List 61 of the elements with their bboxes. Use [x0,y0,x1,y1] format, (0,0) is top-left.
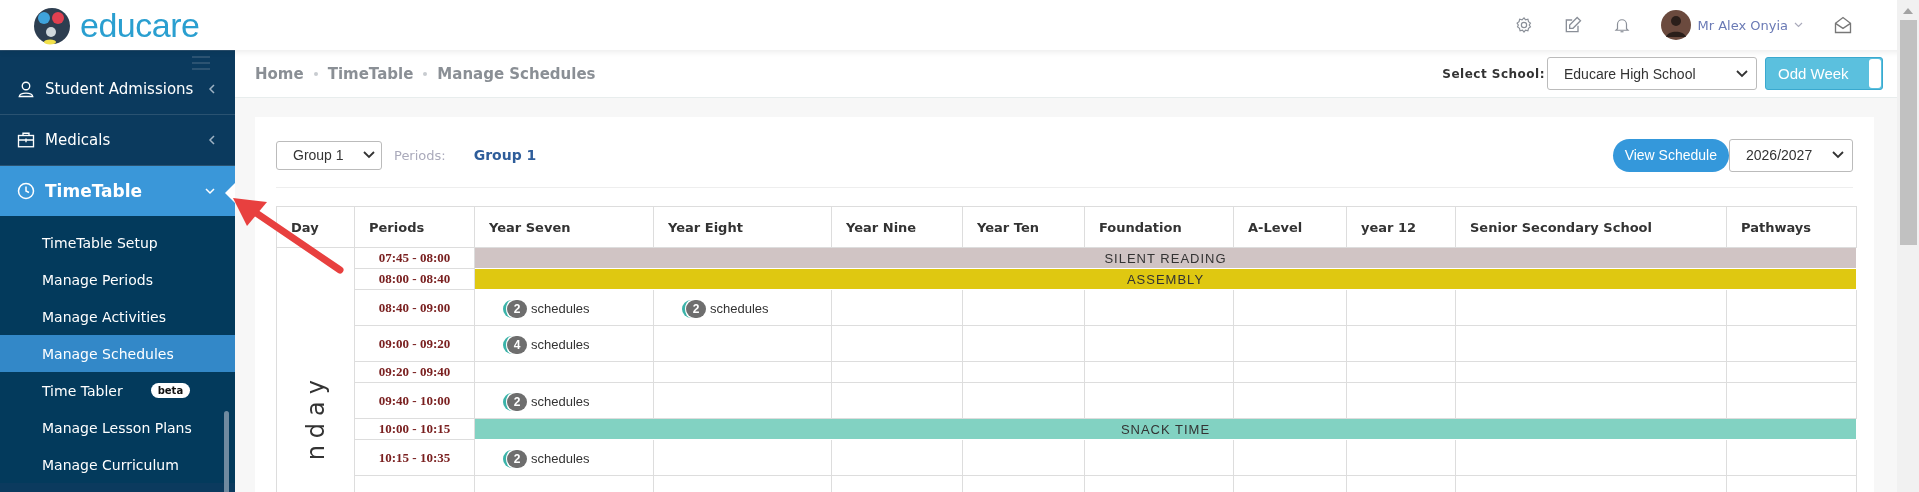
event-banner: ASSEMBLY [474,268,1857,290]
column-header: year 12 [1346,206,1456,248]
chevron-down-icon[interactable] [1832,151,1844,159]
avatar-icon[interactable] [1661,10,1692,40]
sidebar-subitem[interactable]: Manage Curriculum [0,446,235,483]
sidebar-subitem[interactable]: Manage Schedules [0,335,235,372]
count-badge: 4 [507,335,527,354]
period-cell: 09:20 - 09:40 [354,361,475,383]
column-header: Periods [354,206,475,248]
chevron-down-icon[interactable] [1736,69,1748,78]
count-badge: 2 [507,299,527,318]
separator-dot [313,71,318,76]
column-header: Foundation [1084,206,1234,248]
clock-icon [17,182,35,200]
user-name[interactable]: Mr Alex Onyia [1697,17,1788,33]
period-cell: 09:40 - 10:00 [354,382,475,419]
sidebar-item[interactable]: Student Admissions [0,64,235,115]
column-header: Year Ten [962,206,1085,248]
chevron-left-icon[interactable] [208,135,215,145]
event-banner: SILENT READING [474,247,1857,269]
period-cell: 08:00 - 08:40 [354,268,475,290]
briefcase-icon [17,131,35,149]
day-label: nday [301,373,330,461]
column-header: Senior Secondary School [1455,206,1727,248]
column-header: Day [276,206,355,248]
envelope-icon[interactable] [1833,15,1853,35]
sidebar-subitem[interactable]: TimeTable Setup [0,224,235,261]
count-badge: 2 [507,449,527,468]
column-header: A-Level [1233,206,1347,248]
group-select[interactable]: Group 1 [276,140,382,170]
scroll-up-icon[interactable] [1903,8,1913,14]
select-school-label: Select School: [1442,66,1545,81]
sidebar-subitem[interactable]: Manage Lesson Plans [0,409,235,446]
periods-link[interactable]: Group 1 [473,147,537,163]
column-header: Year Seven [474,206,654,248]
period-cell: 10:15 - 10:35 [354,439,475,476]
periods-label: Periods: [394,147,446,163]
beta-badge: beta [150,383,191,398]
settings-icon[interactable] [1515,16,1534,34]
period-cell: 08:40 - 09:00 [354,289,475,326]
year-select[interactable]: 2026/2027 [1729,138,1853,172]
sidebar-subitem[interactable]: Time Tabler beta [0,372,235,409]
chevron-down-icon[interactable] [363,151,375,159]
school-select[interactable]: Educare High School [1547,57,1757,90]
user-icon [17,80,35,98]
count-badge: 2 [686,299,706,318]
caret-icon[interactable] [1794,22,1803,28]
chevron-left-icon[interactable] [208,84,215,94]
period-cell: 09:00 - 09:20 [354,325,475,362]
period-cell: 10:00 - 10:15 [354,418,475,440]
scrollbar-thumb[interactable] [1899,20,1917,245]
sidebar-subitem[interactable]: Manage Activities [0,298,235,335]
column-header: Year Nine [831,206,963,248]
column-header: Pathways [1726,206,1857,248]
column-header: Year Eight [653,206,832,248]
sidebar-subitem[interactable]: Manage Periods [0,261,235,298]
count-badge: 2 [507,392,527,411]
period-cell: 07:45 - 08:00 [354,247,475,269]
edit-icon[interactable] [1563,15,1584,35]
event-banner: SNACK TIME [474,418,1857,440]
separator-dot [423,71,428,76]
